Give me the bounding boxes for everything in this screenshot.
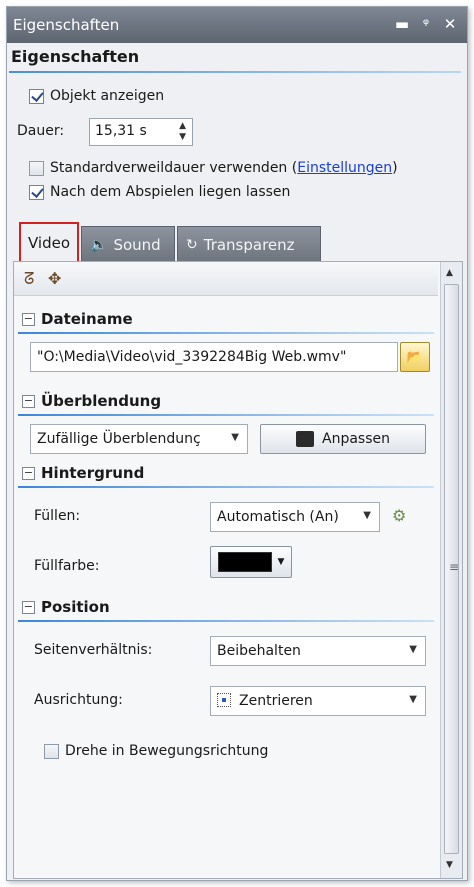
tab-video[interactable]: Video <box>19 222 79 262</box>
section-ueberblendung-title: Überblendung <box>41 392 162 410</box>
alignment-label: Ausrichtung: <box>34 692 123 708</box>
rotate-direction-label: Drehe in Bewegungsrichtung <box>65 743 269 759</box>
close-icon[interactable]: ✕ <box>439 12 461 36</box>
fill-color-swatch <box>217 552 272 572</box>
rotate-direction-checkbox[interactable] <box>44 743 59 759</box>
file-path-value: "O:\Media\Video\vid_3392284Big Web.wmv" <box>37 349 347 365</box>
fill-value: Automatisch (An) <box>217 509 339 525</box>
speaker-icon: 🔈 <box>90 236 108 253</box>
chevron-down-icon: ▼ <box>277 557 285 567</box>
transparency-icon: ↻ <box>186 236 198 253</box>
fill-color-label: Füllfarbe: <box>34 558 100 574</box>
tab-transparenz-label: Transparenz <box>203 235 295 254</box>
collapse-ueberblendung-icon[interactable]: − <box>22 394 35 408</box>
section-dateiname-title: Dateiname <box>41 310 133 328</box>
properties-panel: Eigenschaften ▬ ᵠ ✕ Eigenschaften Objekt… <box>6 6 468 881</box>
spinner-arrows-icon[interactable]: ▲ ▼ <box>179 121 186 143</box>
section-hintergrund-header[interactable]: − Hintergrund <box>22 460 144 486</box>
section-hintergrund-title: Hintergrund <box>41 464 145 482</box>
aspect-ratio-value: Beibehalten <box>217 643 301 659</box>
chevron-down-icon: ▼ <box>409 694 417 705</box>
scroll-down-icon[interactable]: ▼ <box>446 860 453 870</box>
section-position-header[interactable]: − Position <box>22 594 110 620</box>
file-path-field[interactable]: "O:\Media\Video\vid_3392284Big Web.wmv" <box>30 342 398 372</box>
header-divider <box>9 71 461 73</box>
tab-transparenz[interactable]: ↻ Transparenz <box>177 226 321 262</box>
pin-icon[interactable]: ᵠ <box>415 12 437 36</box>
section-position-title: Position <box>41 598 110 616</box>
collapse-position-icon[interactable]: − <box>22 600 35 614</box>
duration-spinner[interactable]: 15,31 s ▲ ▼ <box>89 118 193 146</box>
aspect-ratio-select[interactable]: Beibehalten ▼ <box>210 636 426 666</box>
section-dateiname-header[interactable]: − Dateiname <box>22 306 133 332</box>
scroll-thumb[interactable]: ≡ <box>444 284 459 854</box>
minimize-icon[interactable]: ▬ <box>391 12 413 36</box>
motion-path-icon[interactable]: ᘔ <box>24 269 34 289</box>
vertical-scrollbar[interactable]: ▲ ≡ ▼ <box>440 262 462 878</box>
customize-button-label: Anpassen <box>322 431 390 447</box>
duration-value: 15,31 s <box>95 123 147 139</box>
default-duration-row[interactable]: Standardverweildauer verwenden (Einstell… <box>29 157 398 179</box>
transition-select[interactable]: Zufällige Überblendunç ▼ <box>30 424 248 454</box>
align-center-icon <box>217 693 231 707</box>
transition-settings-icon <box>296 431 314 447</box>
keep-after-play-label: Nach dem Abspielen liegen lassen <box>50 184 291 200</box>
keep-after-play-checkbox[interactable] <box>29 184 44 200</box>
settings-link[interactable]: Einstellungen <box>297 160 392 176</box>
page-title: Eigenschaften <box>11 47 140 66</box>
show-object-row[interactable]: Objekt anzeigen <box>29 85 164 107</box>
show-object-label: Objekt anzeigen <box>50 88 165 104</box>
aspect-ratio-label: Seitenverhältnis: <box>34 642 153 658</box>
fill-color-picker[interactable]: ▼ <box>210 546 292 578</box>
default-duration-suffix: ) <box>392 160 398 176</box>
alignment-select[interactable]: Zentrieren ▼ <box>210 686 426 716</box>
tab-sound-label: Sound <box>113 235 161 254</box>
duration-label: Dauer: <box>17 123 65 139</box>
rotate-direction-row[interactable]: Drehe in Bewegungsrichtung <box>44 740 268 762</box>
chevron-down-icon: ▼ <box>231 432 239 443</box>
customize-transition-button[interactable]: Anpassen <box>260 424 426 454</box>
tab-content: ᘔ ✥ − Dateiname "O:\Media\Video\vid_3392… <box>13 261 463 879</box>
panel-title: Eigenschaften <box>13 16 120 34</box>
tab-video-label: Video <box>27 234 71 252</box>
section-ueberblendung-header[interactable]: − Überblendung <box>22 388 161 414</box>
tab-bar: Video 🔈 Sound ↻ Transparenz <box>15 222 465 262</box>
move-object-icon[interactable]: ✥ <box>48 269 61 288</box>
folder-icon: 📂 <box>406 349 424 365</box>
fill-label: Füllen: <box>34 508 81 524</box>
default-duration-label: Standardverweildauer verwenden ( <box>50 160 298 176</box>
show-object-checkbox[interactable] <box>29 88 44 104</box>
section-divider <box>18 486 434 488</box>
default-duration-checkbox[interactable] <box>29 160 44 176</box>
tab-sound[interactable]: 🔈 Sound <box>81 226 175 262</box>
fill-options-icon[interactable]: ⚙ <box>392 506 406 525</box>
scroll-up-icon[interactable]: ▲ <box>446 268 453 278</box>
section-divider <box>18 332 434 334</box>
keep-after-play-row[interactable]: Nach dem Abspielen liegen lassen <box>29 181 290 203</box>
fill-select[interactable]: Automatisch (An) ▼ <box>210 502 380 532</box>
chevron-down-icon: ▼ <box>409 644 417 655</box>
section-divider <box>18 414 434 416</box>
panel-title-bar: Eigenschaften ▬ ᵠ ✕ <box>7 7 467 43</box>
browse-folder-button[interactable]: 📂 <box>400 342 430 372</box>
grip-icon: ≡ <box>449 560 460 574</box>
transition-value: Zufällige Überblendunç <box>37 431 201 447</box>
content-toolbar: ᘔ ✥ <box>14 262 438 296</box>
collapse-dateiname-icon[interactable]: − <box>22 312 35 326</box>
alignment-value: Zentrieren <box>239 693 313 709</box>
section-divider <box>18 620 434 622</box>
chevron-down-icon: ▼ <box>363 510 371 521</box>
collapse-hintergrund-icon[interactable]: − <box>22 466 35 480</box>
